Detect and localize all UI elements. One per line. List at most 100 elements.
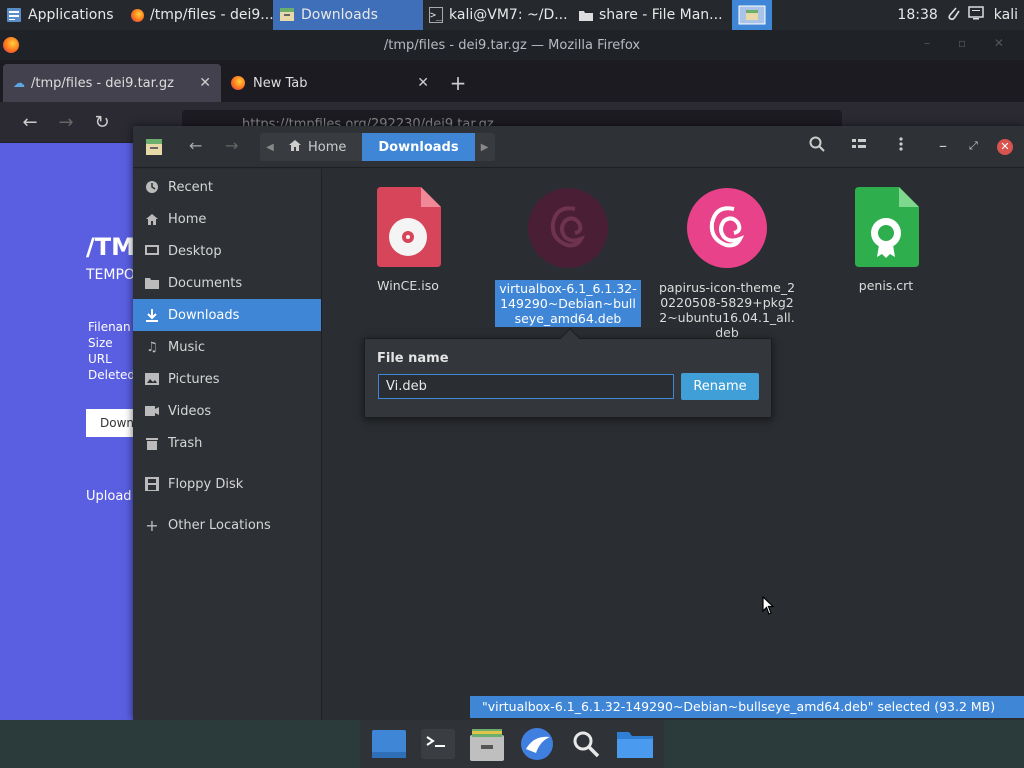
search-icon[interactable] (809, 136, 825, 156)
show-desktop-icon[interactable] (370, 725, 408, 763)
clock[interactable]: 18:38 (897, 7, 937, 23)
tab-label: New Tab (253, 75, 308, 91)
firefox-tabstrip: ☁ /tmp/files - dei9.tar.gz ✕ New Tab ✕ + (0, 60, 1024, 102)
sidebar-item-documents[interactable]: Documents (133, 267, 321, 299)
file-manager-icon[interactable] (468, 725, 506, 763)
download-icon (145, 308, 159, 322)
forward-arrow-icon[interactable]: → (48, 112, 84, 133)
debian-package-icon (528, 188, 608, 268)
terminal-icon: >_ (429, 7, 444, 23)
cloud-icon: ☁ (13, 76, 25, 90)
forward-arrow-icon[interactable]: → (225, 136, 238, 155)
deleted-label: Deleted (88, 368, 136, 382)
workspace-thumb-icon (738, 5, 766, 25)
firefox-titlebar: /tmp/files - dei9.tar.gz — Mozilla Firef… (0, 30, 1024, 60)
sidebar-separator (133, 500, 321, 509)
sidebar-item-label: Music (168, 339, 205, 355)
terminal-icon[interactable] (419, 725, 457, 763)
places-sidebar: Recent Home Desktop Documents Downloads … (133, 169, 322, 720)
minimize-icon[interactable]: – (939, 136, 947, 155)
file-item[interactable]: penis.crt (811, 187, 961, 293)
clock-icon (145, 180, 159, 194)
folder-icon[interactable] (616, 725, 654, 763)
task-terminal-label: kali@VM7: ~/D... (449, 7, 568, 23)
task-downloads-label: Downloads (301, 7, 378, 23)
close-tab-icon[interactable]: ✕ (199, 75, 211, 91)
folder-icon (579, 7, 593, 23)
sidebar-item-videos[interactable]: Videos (133, 395, 321, 427)
file-item[interactable]: papirus-icon-theme_20220508-5829+pkg22~u… (652, 187, 802, 340)
documents-icon (145, 276, 159, 290)
search-icon[interactable] (567, 725, 605, 763)
file-view: WinCE.iso virtualbox-6.1_6.1.32-149290~D… (323, 169, 1024, 720)
new-tab-button[interactable]: + (439, 64, 477, 102)
file-manager-icon (279, 7, 295, 23)
sidebar-item-desktop[interactable]: Desktop (133, 235, 321, 267)
back-arrow-icon[interactable]: ← (189, 136, 202, 155)
task-firefox-label: /tmp/files - dei9... (150, 7, 273, 23)
browser-icon[interactable] (518, 725, 556, 763)
breadcrumb-home[interactable]: Home (280, 133, 362, 161)
file-info-labels: Filenan Size URL Deleted (88, 319, 135, 383)
sidebar-item-label: Floppy Disk (168, 476, 244, 492)
sidebar-item-label: Documents (168, 275, 243, 291)
tab-tmpfiles[interactable]: ☁ /tmp/files - dei9.tar.gz ✕ (3, 64, 221, 102)
firefox-icon (3, 37, 19, 53)
sidebar-item-recent[interactable]: Recent (133, 171, 321, 203)
file-manager-window: ← → ◀ Home Downloads ▶ – ⤢ ✕ Recent Home… (133, 126, 1024, 720)
sidebar-item-label: Home (168, 211, 207, 227)
file-item[interactable]: WinCE.iso (333, 187, 483, 293)
breadcrumb-downloads[interactable]: Downloads (362, 133, 475, 161)
rename-popover: File name Rename (364, 328, 772, 418)
menu-kebab-icon[interactable] (898, 136, 904, 156)
sidebar-item-downloads[interactable]: Downloads (133, 299, 321, 331)
tab-new[interactable]: New Tab ✕ (221, 64, 439, 102)
rename-button[interactable]: Rename (681, 373, 759, 400)
home-icon (288, 139, 302, 156)
reload-icon[interactable]: ↻ (84, 112, 120, 133)
file-manager-headerbar: ← → ◀ Home Downloads ▶ – ⤢ ✕ (133, 126, 1024, 168)
workspace-switcher[interactable] (732, 0, 772, 30)
sidebar-item-label: Desktop (168, 243, 222, 259)
breadcrumb-left-icon[interactable]: ◀ (260, 133, 280, 161)
sidebar-item-home[interactable]: Home (133, 203, 321, 235)
view-options-icon[interactable] (851, 136, 867, 156)
applications-icon (6, 7, 22, 23)
breadcrumb-home-label: Home (308, 139, 347, 155)
display-icon[interactable] (968, 6, 984, 24)
back-arrow-icon[interactable]: ← (12, 112, 48, 133)
sidebar-item-pictures[interactable]: Pictures (133, 363, 321, 395)
breadcrumb-right-icon[interactable]: ▶ (475, 133, 495, 161)
file-item-selected[interactable]: virtualbox-6.1_6.1.32-149290~Debian~bull… (493, 187, 643, 327)
sidebar-item-label: Downloads (168, 307, 240, 323)
filename-label: Filenan (88, 320, 131, 334)
selection-status: "virtualbox-6.1_6.1.32-149290~Debian~bul… (470, 696, 1024, 718)
sidebar-item-other-locations[interactable]: + Other Locations (133, 509, 321, 541)
videos-icon (145, 404, 159, 418)
maximize-icon[interactable]: ⤢ (969, 139, 978, 153)
firefox-window-title: /tmp/files - dei9.tar.gz — Mozilla Firef… (383, 37, 641, 53)
plus-icon: + (145, 515, 159, 535)
sidebar-item-trash[interactable]: Trash (133, 427, 321, 459)
task-share[interactable]: share - File Man... (573, 0, 728, 30)
file-name: virtualbox-6.1_6.1.32-149290~Debian~bull… (495, 280, 641, 327)
sidebar-item-floppy[interactable]: Floppy Disk (133, 468, 321, 500)
close-icon[interactable]: ✕ (997, 139, 1013, 155)
file-name-input[interactable] (378, 374, 674, 399)
file-manager-icon (145, 138, 163, 156)
upload-link[interactable]: Upload (86, 489, 132, 504)
paperclip-icon[interactable] (946, 5, 960, 25)
applications-menu[interactable]: Applications (0, 0, 125, 30)
page-title: /TM (86, 233, 136, 261)
sidebar-item-label: Trash (168, 435, 203, 451)
task-firefox[interactable]: /tmp/files - dei9... (125, 0, 273, 30)
sidebar-item-music[interactable]: ♫ Music (133, 331, 321, 363)
tab-label: /tmp/files - dei9.tar.gz (31, 75, 174, 91)
task-downloads[interactable]: Downloads (273, 0, 423, 30)
user-menu[interactable]: kali (994, 7, 1018, 23)
music-icon: ♫ (146, 339, 158, 355)
close-tab-icon[interactable]: ✕ (417, 75, 429, 91)
sidebar-item-label: Videos (168, 403, 212, 419)
task-terminal[interactable]: >_ kali@VM7: ~/D... (423, 0, 573, 30)
disc-image-icon (377, 187, 441, 267)
